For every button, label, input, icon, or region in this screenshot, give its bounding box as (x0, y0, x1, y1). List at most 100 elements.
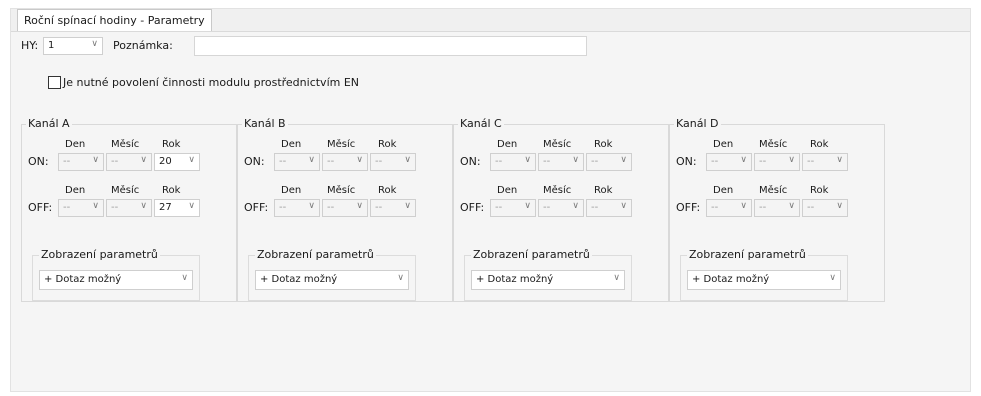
on-month-select[interactable]: -- ∨ (754, 153, 800, 171)
select-value: -- (375, 202, 383, 213)
chevron-down-icon: ∨ (788, 201, 795, 211)
channel-group: Kanál B Den Měsíc Rok ON: -- ∨ -- ∨ -- ∨ Den Měsíc Ro… (237, 117, 453, 302)
select-value: -- (807, 156, 815, 167)
on-label: ON: (28, 155, 49, 168)
parameter-display-title: Zobrazení parametrů (687, 248, 808, 261)
off-year-select[interactable]: -- ∨ (802, 199, 848, 217)
select-value: -- (591, 202, 599, 213)
chevron-down-icon: ∨ (572, 201, 579, 211)
chevron-down-icon: ∨ (788, 155, 795, 165)
off-day-select[interactable]: -- ∨ (58, 199, 104, 217)
column-header-year: Rok (594, 139, 613, 150)
column-header-year: Rok (378, 185, 397, 196)
column-header-day: Den (713, 139, 734, 150)
off-day-select[interactable]: -- ∨ (490, 199, 536, 217)
column-header-year: Rok (162, 185, 181, 196)
chevron-down-icon: ∨ (740, 201, 747, 211)
parameter-display-value: + Dotaz možný (44, 274, 122, 285)
select-value: -- (495, 156, 503, 167)
select-value: -- (279, 202, 287, 213)
parameter-display-group: Zobrazení parametrů + Dotaz možný ∨ (32, 248, 200, 301)
select-value: -- (543, 202, 551, 213)
chevron-down-icon: ∨ (91, 39, 98, 49)
parameter-display-group: Zobrazení parametrů + Dotaz možný ∨ (248, 248, 416, 301)
channel-group: Kanál D Den Měsíc Rok ON: -- ∨ -- ∨ -- ∨ Den Měsíc Ro… (669, 117, 885, 302)
on-label: ON: (460, 155, 481, 168)
column-header-day: Den (281, 139, 302, 150)
parameter-display-select[interactable]: + Dotaz možný ∨ (255, 270, 409, 290)
enable-label: Je nutné povolení činnosti modulu prostř… (63, 76, 360, 89)
chevron-down-icon: ∨ (620, 155, 627, 165)
parameters-panel: Roční spínací hodiny - Parametry HY: 1 ∨… (10, 8, 971, 392)
on-month-select[interactable]: -- ∨ (322, 153, 368, 171)
select-value: -- (279, 156, 287, 167)
chevron-down-icon: ∨ (620, 201, 627, 211)
off-year-select[interactable]: 27 ∨ (154, 199, 200, 217)
off-month-select[interactable]: -- ∨ (322, 199, 368, 217)
chevron-down-icon: ∨ (308, 155, 315, 165)
off-day-select[interactable]: -- ∨ (706, 199, 752, 217)
select-value: -- (495, 202, 503, 213)
on-year-select[interactable]: -- ∨ (586, 153, 632, 171)
on-day-select[interactable]: -- ∨ (58, 153, 104, 171)
chevron-down-icon: ∨ (308, 201, 315, 211)
hy-select[interactable]: 1 ∨ (43, 37, 103, 55)
select-value: -- (591, 156, 599, 167)
channel-group: Kanál A Den Měsíc Rok ON: -- ∨ -- ∨ 20 ∨ Den Měsíc Ro… (21, 117, 237, 302)
parameter-display-select[interactable]: + Dotaz možný ∨ (687, 270, 841, 290)
select-value: 27 (159, 202, 172, 213)
on-month-select[interactable]: -- ∨ (538, 153, 584, 171)
on-year-select[interactable]: -- ∨ (370, 153, 416, 171)
off-label: OFF: (244, 201, 269, 214)
on-year-select[interactable]: 20 ∨ (154, 153, 200, 171)
off-month-select[interactable]: -- ∨ (106, 199, 152, 217)
column-header-month: Měsíc (543, 185, 572, 196)
select-value: -- (327, 156, 335, 167)
note-input[interactable] (194, 36, 587, 56)
parameter-display-value: + Dotaz možný (260, 274, 338, 285)
off-month-select[interactable]: -- ∨ (538, 199, 584, 217)
column-header-day: Den (713, 185, 734, 196)
chevron-down-icon: ∨ (829, 273, 836, 283)
chevron-down-icon: ∨ (524, 155, 531, 165)
on-day-select[interactable]: -- ∨ (274, 153, 320, 171)
column-header-year: Rok (810, 185, 829, 196)
off-label: OFF: (28, 201, 53, 214)
off-month-select[interactable]: -- ∨ (754, 199, 800, 217)
off-year-select[interactable]: -- ∨ (370, 199, 416, 217)
parameter-display-group: Zobrazení parametrů + Dotaz možný ∨ (680, 248, 848, 301)
select-value: 20 (159, 156, 172, 167)
column-header-day: Den (497, 185, 518, 196)
chevron-down-icon: ∨ (397, 273, 404, 283)
chevron-down-icon: ∨ (188, 201, 195, 211)
tab-parameters[interactable]: Roční spínací hodiny - Parametry (17, 9, 212, 32)
chevron-down-icon: ∨ (836, 155, 843, 165)
content-area: HY: 1 ∨ Poznámka: Je nutné povolení činn… (11, 31, 970, 391)
on-day-select[interactable]: -- ∨ (490, 153, 536, 171)
column-header-year: Rok (378, 139, 397, 150)
on-day-select[interactable]: -- ∨ (706, 153, 752, 171)
off-day-select[interactable]: -- ∨ (274, 199, 320, 217)
column-header-month: Měsíc (759, 139, 788, 150)
parameter-display-group: Zobrazení parametrů + Dotaz možný ∨ (464, 248, 632, 301)
parameter-display-select[interactable]: + Dotaz možný ∨ (39, 270, 193, 290)
on-year-select[interactable]: -- ∨ (802, 153, 848, 171)
column-header-month: Měsíc (327, 185, 356, 196)
select-value: -- (759, 202, 767, 213)
chevron-down-icon: ∨ (613, 273, 620, 283)
off-year-select[interactable]: -- ∨ (586, 199, 632, 217)
enable-checkbox[interactable] (48, 76, 61, 89)
select-value: -- (711, 156, 719, 167)
chevron-down-icon: ∨ (356, 155, 363, 165)
column-header-month: Měsíc (327, 139, 356, 150)
column-header-month: Měsíc (543, 139, 572, 150)
parameter-display-select[interactable]: + Dotaz možný ∨ (471, 270, 625, 290)
select-value: -- (759, 156, 767, 167)
chevron-down-icon: ∨ (404, 155, 411, 165)
on-label: ON: (244, 155, 265, 168)
column-header-day: Den (65, 139, 86, 150)
select-value: -- (543, 156, 551, 167)
on-month-select[interactable]: -- ∨ (106, 153, 152, 171)
note-label: Poznámka: (113, 39, 173, 52)
select-value: -- (111, 156, 119, 167)
